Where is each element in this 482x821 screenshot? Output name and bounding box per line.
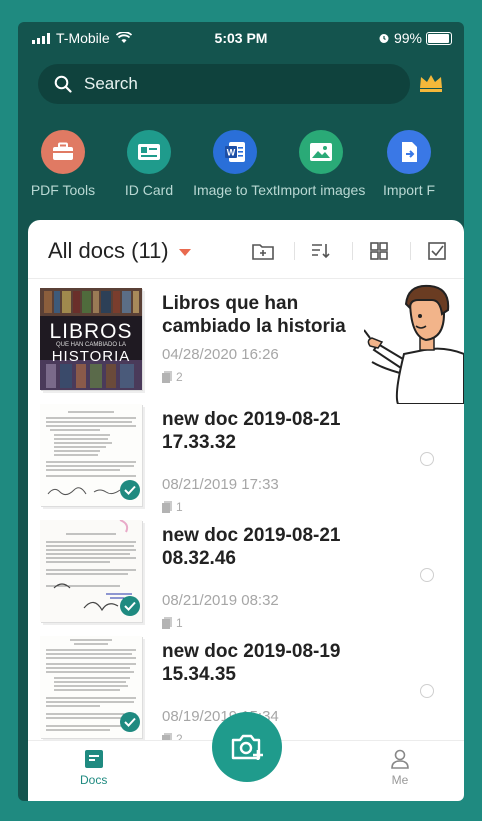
- doc-page-count: 2: [176, 732, 183, 740]
- doc-date: 08/21/2019 17:33: [162, 476, 279, 493]
- tools-row: PDF Tools ID Card W Image to Text Import…: [18, 130, 464, 230]
- pages-icon: [162, 371, 172, 383]
- docs-filter-dropdown[interactable]: All docs (11): [48, 238, 191, 264]
- synced-check-icon: [120, 480, 140, 500]
- svg-text:W: W: [227, 148, 236, 158]
- doc-item[interactable]: new doc 2019-08-21 08.32.46 08/21/2019 0…: [28, 512, 464, 630]
- doc-item[interactable]: new doc 2019-08-21 17.33.32 08/21/2019 1…: [28, 396, 464, 514]
- grid-view-icon[interactable]: [366, 238, 392, 264]
- battery-icon: [426, 31, 452, 45]
- doc-name: new doc 2019-08-19 15.34.35: [162, 641, 341, 685]
- battery-label: 99%: [393, 30, 422, 46]
- doc-pages: 2: [162, 370, 183, 384]
- tool-label: PDF Tools: [30, 182, 96, 198]
- search-icon: [54, 75, 72, 93]
- sort-icon[interactable]: [308, 238, 334, 264]
- tool-label: ID Card: [124, 182, 174, 198]
- tab-me[interactable]: Me: [390, 749, 410, 787]
- tool-image-to-text[interactable]: W Image to Text: [190, 130, 280, 198]
- tool-id-card[interactable]: ID Card: [104, 130, 194, 198]
- tab-docs[interactable]: Docs: [80, 749, 107, 787]
- crown-icon[interactable]: [418, 72, 444, 92]
- select-radio[interactable]: [420, 684, 434, 698]
- camera-scan-button[interactable]: [212, 712, 282, 782]
- pointing-person-illustration: [364, 284, 464, 404]
- person-icon: [391, 749, 409, 769]
- tab-docs-label: Docs: [80, 773, 108, 787]
- docs-header: All docs (11): [28, 220, 464, 279]
- doc-name: new doc 2019-08-21 17.33.32: [162, 409, 341, 453]
- doc-page-count: 2: [176, 370, 183, 384]
- tool-label: Image to Text: [193, 182, 277, 198]
- synced-check-icon: [120, 712, 140, 732]
- pages-icon: [162, 733, 172, 740]
- toolbox-icon: [53, 142, 73, 160]
- tab-me-label: Me: [391, 773, 409, 787]
- thumb-title-2: HISTORIA: [51, 348, 131, 365]
- doc-pages: 2: [162, 732, 183, 740]
- select-radio[interactable]: [420, 568, 434, 582]
- camera-plus-icon: [231, 734, 263, 760]
- caret-down-icon: [178, 248, 191, 256]
- new-folder-icon[interactable]: [250, 238, 276, 264]
- doc-thumbnail: LIBROS QUE HAN CAMBIADO LA HISTORIA: [40, 288, 142, 390]
- docs-icon: [84, 750, 103, 768]
- doc-name: new doc 2019-08-21 08.32.46: [162, 525, 341, 569]
- divider: [352, 242, 353, 260]
- import-file-icon: [402, 142, 417, 162]
- tool-import-file[interactable]: Import F: [364, 130, 454, 198]
- status-bar: T-Mobile 5:03 PM 99%: [18, 22, 464, 52]
- select-radio[interactable]: [420, 452, 434, 466]
- doc-date: 08/21/2019 08:32: [162, 592, 279, 609]
- alarm-icon: [379, 34, 389, 43]
- image-icon: [310, 143, 332, 161]
- doc-name: Libros que han cambiado la historia: [162, 293, 346, 337]
- tool-label: Import F: [382, 182, 436, 198]
- id-card-icon: [138, 144, 160, 160]
- phone-screen: T-Mobile 5:03 PM 99% Search PDF Tools ID…: [18, 22, 464, 801]
- docs-title: All docs (11): [48, 238, 169, 263]
- tool-import-images[interactable]: Import images: [276, 130, 366, 198]
- search-placeholder: Search: [84, 74, 138, 93]
- divider: [294, 242, 295, 260]
- divider: [410, 242, 411, 260]
- select-icon[interactable]: [424, 238, 450, 264]
- doc-date: 04/28/2020 16:26: [162, 346, 279, 363]
- search-bar[interactable]: Search: [38, 64, 410, 104]
- tool-label: Import images: [276, 182, 366, 198]
- word-icon: W: [225, 142, 245, 162]
- tool-pdf-tools[interactable]: PDF Tools: [18, 130, 108, 198]
- synced-check-icon: [120, 596, 140, 616]
- thumb-title: LIBROS: [49, 320, 133, 343]
